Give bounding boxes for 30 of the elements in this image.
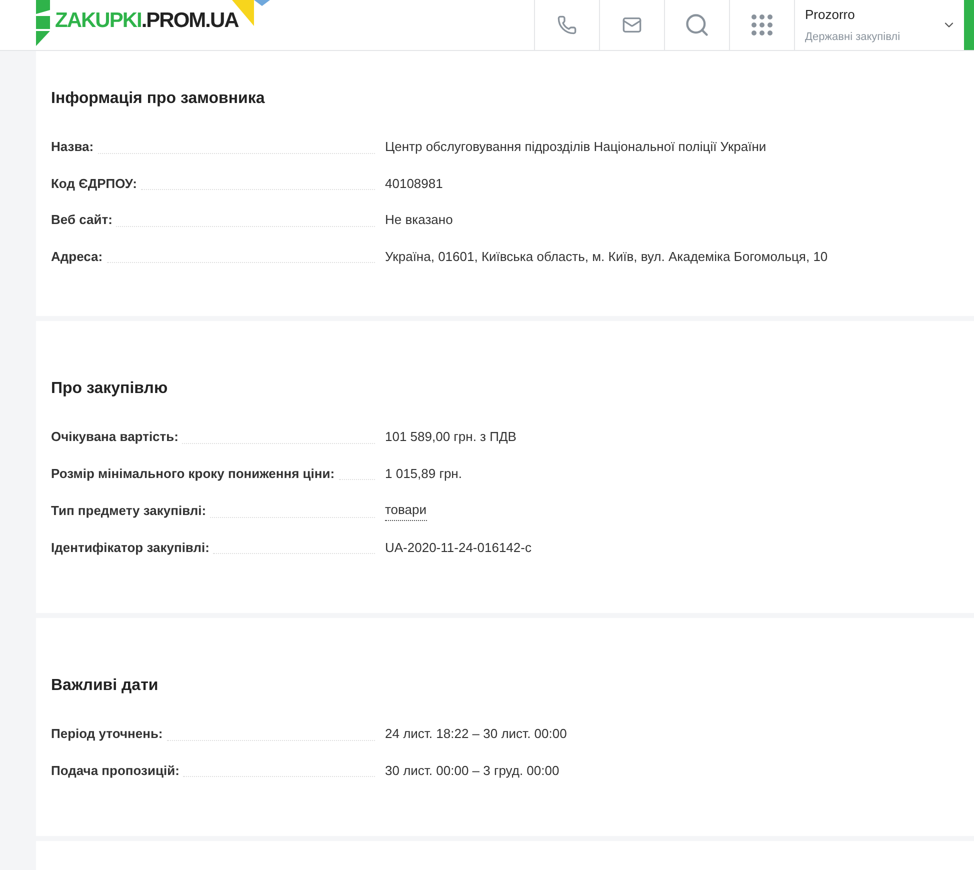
field-value: 24 лист. 18:22 – 30 лист. 00:00 (385, 725, 567, 743)
mail-icon (622, 15, 642, 35)
logo-text[interactable]: ZAKUPKI.PROM.UA (55, 5, 238, 37)
field-label: Період уточнень: (51, 725, 163, 743)
field-value: 30 лист. 00:00 – 3 груд. 00:00 (385, 762, 560, 780)
field-value: товари (385, 500, 427, 520)
section-title: Про закупівлю (51, 379, 169, 399)
field-label: Ідентифікатор закупівлі: (51, 538, 210, 557)
field-label: Подача пропозицій: (51, 762, 180, 780)
field-label: Адреса: (51, 248, 103, 266)
field-value: Центр обслуговування підрозділів Національної поліції України (385, 138, 766, 156)
field-value: Україна, 01601, Київська область, м. Київ, вул. Академіка Богомольця, 10 (385, 248, 828, 266)
field-value: 1 015,89 грн. (385, 464, 462, 483)
field-label: Веб сайт: (51, 211, 112, 229)
field-value: 40108981 (385, 174, 443, 192)
phone-icon (557, 15, 577, 35)
field-value: 101 589,00 грн. з ПДВ (385, 428, 516, 446)
field-label: Назва: (51, 138, 94, 156)
apps-grid-icon (751, 14, 773, 36)
section-title: Важливі дати (51, 676, 160, 696)
field-label: Тип предмету закупівлі: (51, 502, 206, 520)
field-label: Код ЄДРПОУ: (51, 174, 137, 193)
accent-bar (964, 0, 974, 50)
field-value: UA-2020-11-24-016142-c (385, 538, 532, 556)
field-value: Не вказано (385, 211, 453, 229)
section-title: Інформація про замовника (51, 89, 266, 109)
logo-icon (36, 0, 52, 46)
field-label: Розмір мінімального кроку пониження ціни: (51, 464, 335, 483)
search-icon (684, 12, 710, 38)
field-label: Очікувана вартість: (51, 428, 178, 446)
